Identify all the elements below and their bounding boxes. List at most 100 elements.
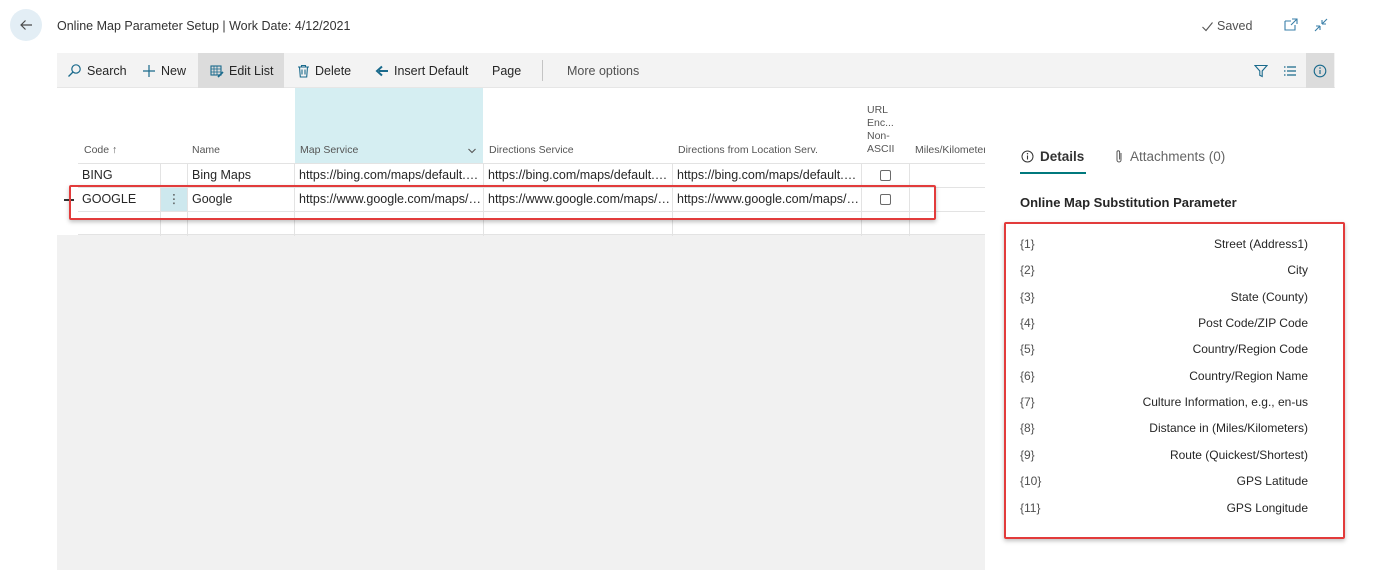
parameter-key: {4} bbox=[1020, 316, 1035, 330]
checkbox[interactable] bbox=[880, 194, 891, 205]
factbox-title: Online Map Substitution Parameter bbox=[1020, 195, 1237, 210]
more-options-button[interactable]: More options bbox=[567, 53, 639, 88]
parameter-value: Street (Address1) bbox=[1213, 237, 1308, 251]
parameter-value: Culture Information, e.g., en-us bbox=[1142, 395, 1308, 409]
parameter-row: {4} Post Code/ZIP Code bbox=[1020, 316, 1308, 336]
tab-details-label: Details bbox=[1040, 149, 1085, 164]
column-header-name[interactable]: Name bbox=[187, 88, 294, 163]
open-new-window-icon[interactable] bbox=[1282, 16, 1300, 34]
search-button[interactable]: Search bbox=[67, 53, 127, 88]
parameter-row: {2} City bbox=[1020, 263, 1308, 283]
cell-map-service[interactable]: https://bing.com/maps/default.aspx?where… bbox=[294, 164, 483, 188]
edit-list-label: Edit List bbox=[229, 63, 274, 78]
cell-map-service[interactable]: https://www.google.com/maps/place/{1}+{2… bbox=[294, 188, 483, 212]
tab-details[interactable]: Details bbox=[1021, 149, 1084, 164]
parameter-row: {11} GPS Longitude bbox=[1020, 501, 1308, 521]
cell-url-encode[interactable] bbox=[861, 212, 909, 236]
info-icon bbox=[1021, 150, 1034, 163]
column-header-directions-from-location[interactable]: Directions from Location Serv. bbox=[673, 88, 861, 163]
cell-code[interactable]: BING bbox=[78, 164, 160, 188]
tab-attachments[interactable]: Attachments (0) bbox=[1114, 149, 1225, 164]
row-actions-menu-button[interactable]: ⋮ bbox=[160, 188, 187, 212]
parameter-row: {8} Distance in (Miles/Kilometers) bbox=[1020, 421, 1308, 441]
cell-directions-service[interactable] bbox=[483, 212, 672, 236]
table-row[interactable]: GOOGLE ⋮ Google https://www.google.com/m… bbox=[78, 187, 985, 212]
cell-name[interactable] bbox=[187, 212, 294, 236]
info-icon bbox=[1313, 64, 1327, 77]
parameter-value: GPS Latitude bbox=[1236, 474, 1308, 488]
table-row-new[interactable] bbox=[78, 211, 985, 236]
factbox-toggle-button[interactable] bbox=[1306, 53, 1334, 88]
insert-default-button[interactable]: Insert Default bbox=[375, 53, 468, 88]
filter-button[interactable] bbox=[1247, 53, 1275, 88]
parameter-row: {5} Country/Region Code bbox=[1020, 342, 1308, 362]
page-menu-button[interactable]: Page bbox=[492, 53, 521, 88]
insert-default-label: Insert Default bbox=[394, 63, 469, 78]
tab-attachments-label: Attachments (0) bbox=[1130, 149, 1226, 164]
cell-miles-km[interactable] bbox=[909, 212, 985, 236]
column-header-map-service[interactable]: Map Service bbox=[295, 88, 483, 163]
parameter-key: {8} bbox=[1020, 421, 1035, 435]
cell-url-encode bbox=[861, 164, 909, 188]
cell-miles-km[interactable] bbox=[909, 188, 985, 212]
column-header-map-service-label: Map Service bbox=[300, 144, 359, 156]
more-options-label: More options bbox=[567, 63, 640, 78]
new-button[interactable]: New bbox=[142, 53, 186, 88]
delete-button[interactable]: Delete bbox=[297, 53, 351, 88]
column-header-url-encode[interactable]: URL Enc... Non- ASCII bbox=[862, 88, 909, 163]
current-row-indicator bbox=[64, 199, 74, 201]
action-separator bbox=[542, 60, 543, 81]
page-label: Page bbox=[492, 63, 522, 78]
filter-icon bbox=[1254, 64, 1268, 77]
cell-code[interactable] bbox=[78, 212, 160, 236]
cell-name[interactable]: Bing Maps bbox=[187, 164, 294, 188]
back-button[interactable] bbox=[10, 9, 42, 41]
parameter-value: GPS Longitude bbox=[1226, 501, 1308, 515]
column-header-url-encode-line: ASCII bbox=[867, 143, 895, 155]
action-bar: Search New Edit List Delete Insert Defau… bbox=[57, 53, 1335, 88]
parameter-value: Distance in (Miles/Kilometers) bbox=[1149, 421, 1308, 435]
cell-directions-service[interactable]: https://bing.com/maps/default.aspx?rtp=a… bbox=[483, 164, 672, 188]
column-header-miles-km[interactable]: Miles/Kilometers bbox=[910, 88, 985, 163]
parameter-key: {5} bbox=[1020, 342, 1035, 356]
column-header-directions-service[interactable]: Directions Service bbox=[484, 88, 672, 163]
parameter-key: {6} bbox=[1020, 369, 1035, 383]
cell-directions-from-location[interactable]: https://www.google.com/maps/dir/{10},{11… bbox=[672, 188, 861, 212]
column-header-url-encode-label: URL Enc... Non- ASCII bbox=[867, 104, 894, 156]
table-row[interactable]: BING Bing Maps https://bing.com/maps/def… bbox=[78, 163, 985, 188]
parameter-row: {10} GPS Latitude bbox=[1020, 474, 1308, 494]
list-view-button[interactable] bbox=[1276, 53, 1304, 88]
parameter-row: {3} State (County) bbox=[1020, 290, 1308, 310]
parameter-row: {9} Route (Quickest/Shortest) bbox=[1020, 448, 1308, 468]
edit-list-button[interactable]: Edit List bbox=[198, 53, 284, 88]
search-label: Search bbox=[87, 63, 127, 78]
cell-directions-from-location[interactable] bbox=[672, 212, 861, 236]
cell-directions-service[interactable]: https://www.google.com/maps/dir/{1}+{2} bbox=[483, 188, 672, 212]
parameter-key: {2} bbox=[1020, 263, 1035, 277]
chevron-down-icon[interactable] bbox=[467, 146, 477, 156]
cell-directions-from-location[interactable]: https://bing.com/maps/default.aspx?rtp=p… bbox=[672, 164, 861, 188]
parameter-row: {6} Country/Region Name bbox=[1020, 369, 1308, 389]
cell-miles-km[interactable] bbox=[909, 164, 985, 188]
collapse-icon[interactable] bbox=[1312, 16, 1330, 34]
checkbox[interactable] bbox=[880, 170, 891, 181]
page-title: Online Map Parameter Setup | Work Date: … bbox=[57, 19, 351, 33]
parameter-value: City bbox=[1287, 263, 1308, 277]
column-header-url-encode-line: Enc... bbox=[867, 117, 894, 129]
delete-label: Delete bbox=[315, 63, 352, 78]
paperclip-icon bbox=[1116, 150, 1122, 163]
arrow-back-icon bbox=[375, 65, 388, 76]
parameter-key: {3} bbox=[1020, 290, 1035, 304]
cell-row-actions[interactable] bbox=[160, 212, 187, 236]
new-label: New bbox=[161, 63, 187, 78]
cell-name[interactable]: Google bbox=[187, 188, 294, 212]
cell-map-service[interactable] bbox=[294, 212, 483, 236]
trash-icon bbox=[298, 64, 309, 78]
cell-row-actions[interactable] bbox=[160, 164, 187, 188]
plus-icon bbox=[143, 64, 155, 77]
saved-label: Saved bbox=[1217, 19, 1253, 33]
parameter-value: Post Code/ZIP Code bbox=[1198, 316, 1308, 330]
column-header-code[interactable]: Code ↑ bbox=[79, 88, 162, 163]
column-header-directions-from-location-label: Directions from Location Serv. bbox=[678, 144, 818, 156]
cell-code[interactable]: GOOGLE bbox=[78, 188, 160, 212]
